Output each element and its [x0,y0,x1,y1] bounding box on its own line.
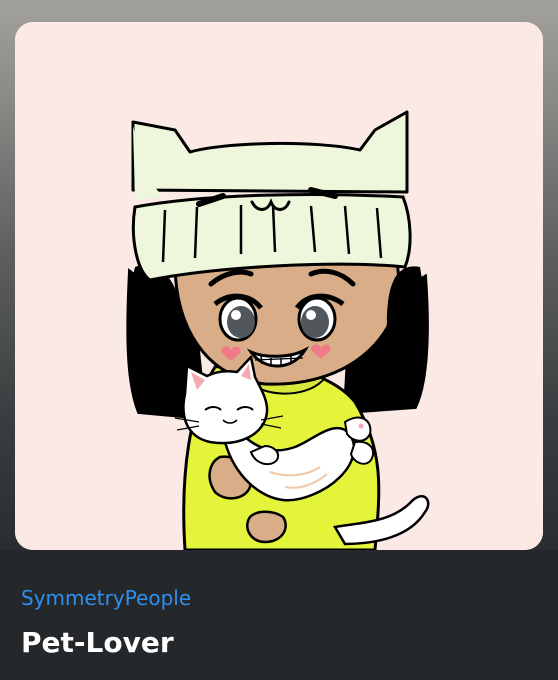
nft-meta: SymmetryPeople Pet-Lover [0,550,558,680]
nft-card[interactable]: SymmetryPeople Pet-Lover [0,0,558,680]
nft-artwork[interactable] [15,22,543,550]
nft-title: Pet-Lover [21,626,174,659]
cartoon-girl-with-cat-icon [15,22,543,550]
collection-link[interactable]: SymmetryPeople [21,586,191,610]
